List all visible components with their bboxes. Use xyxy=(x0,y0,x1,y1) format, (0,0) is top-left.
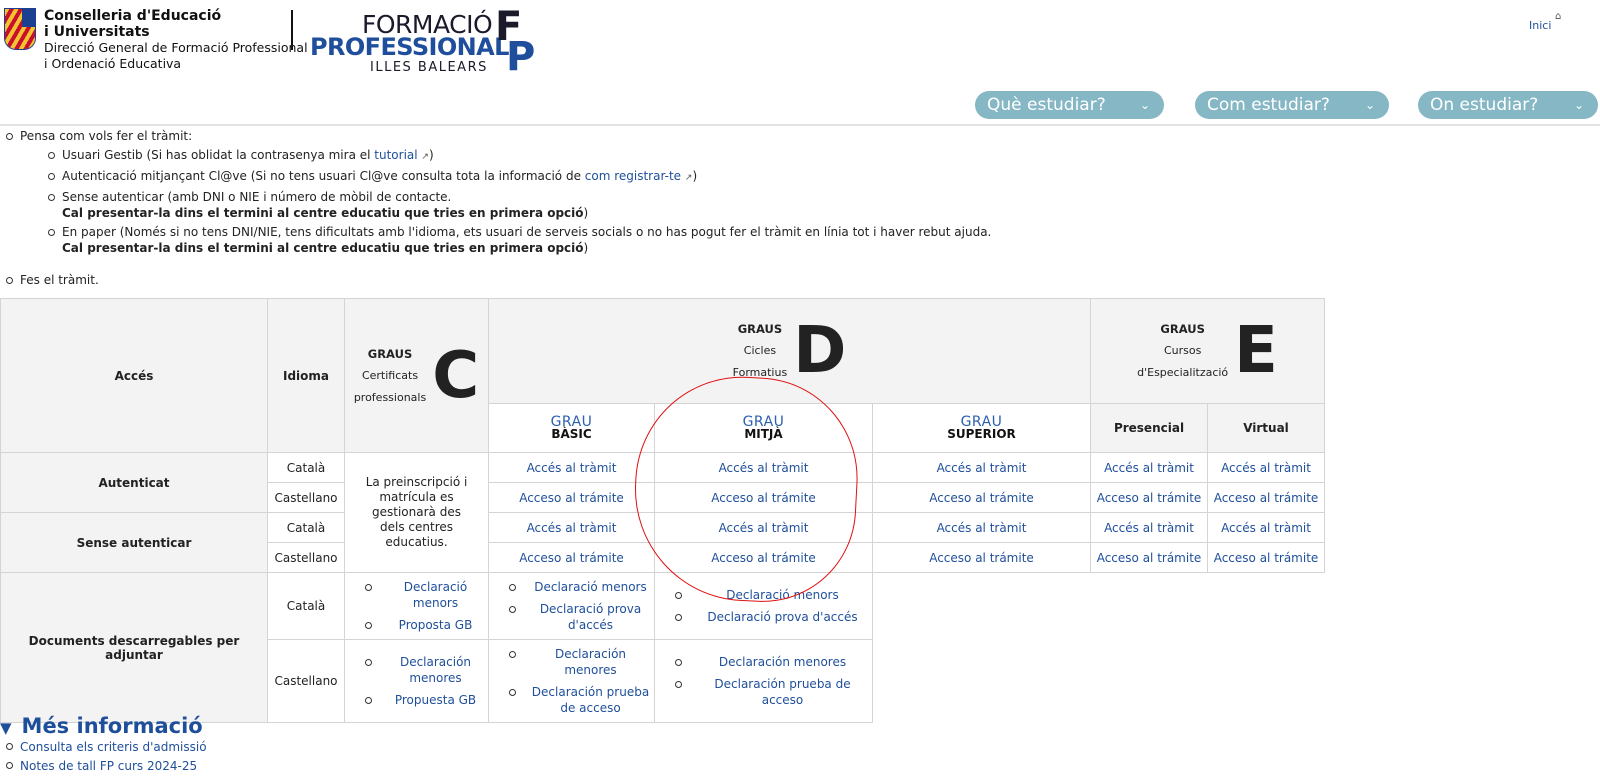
declaracio-prova-link[interactable]: Declaració prova d'accés xyxy=(707,610,857,624)
header-grau-mitja: GRAU MITJÀ xyxy=(654,403,873,453)
declaracion-menores-link[interactable]: Declaración menores xyxy=(400,655,471,685)
idioma-cell: Castellano xyxy=(267,542,345,573)
site-header: Conselleria d'Educació i Universitats Di… xyxy=(0,0,1600,126)
instructions: Pensa com vols fer el tràmit: Usuari Ges… xyxy=(0,128,1000,288)
acces-tramit-link[interactable]: Accés al tràmit xyxy=(719,521,809,535)
declaracio-menors-link[interactable]: Declaració menors xyxy=(534,580,647,594)
external-link-icon: ↗ xyxy=(421,152,429,162)
header-graus-d: GRAUS Cicles Formatius D xyxy=(488,298,1091,404)
org-name-line2: i Universitats xyxy=(44,24,150,40)
chevron-down-icon: ⌄ xyxy=(1573,98,1584,112)
acceso-tramite-link[interactable]: Acceso al trámite xyxy=(1214,551,1319,565)
acceso-tramite-link[interactable]: Acceso al trámite xyxy=(929,491,1034,505)
idioma-cell: Castellano xyxy=(267,639,345,723)
declaracio-menors-link[interactable]: Declaració menors xyxy=(404,580,467,610)
com-registrar-te-link[interactable]: com registrar-te xyxy=(585,169,681,183)
list-item: Autenticació mitjançant Cl@ve (Si no ten… xyxy=(42,168,1000,186)
inici-link[interactable]: Inici xyxy=(1529,19,1551,32)
fp-logo[interactable]: FORMACIÓ PROFESSIONAL ILLES BALEARS F P xyxy=(310,4,540,80)
header-graus-e: GRAUS Cursos d'Especialització E xyxy=(1090,298,1325,404)
list-item: En paper (Només si no tens DNI/NIE, tens… xyxy=(42,224,1000,256)
chevron-down-icon: ⌄ xyxy=(1139,98,1150,112)
header-virtual: Virtual xyxy=(1207,403,1325,453)
row-documents: Documents descarregables per adjuntar xyxy=(0,572,268,723)
triangle-down-icon: ▼ xyxy=(0,719,12,737)
org-dept-line1: Direcció General de Formació Professiona… xyxy=(44,40,308,55)
header-presencial: Presencial xyxy=(1090,403,1208,453)
list-item: Sense autenticar (amb DNI o NIE i número… xyxy=(42,189,1000,221)
notes-tall-link[interactable]: Notes de tall FP curs 2024-25 xyxy=(20,759,197,773)
acces-tramit-link[interactable]: Accés al tràmit xyxy=(1221,521,1311,535)
declaracio-prova-link[interactable]: Declaració prova d'accés xyxy=(540,602,641,632)
acceso-tramite-link[interactable]: Acceso al trámite xyxy=(1214,491,1319,505)
declaracion-menores-link[interactable]: Declaración menores xyxy=(555,647,626,677)
idioma-cell: Català xyxy=(267,572,345,640)
org-dept-line2: i Ordenació Educativa xyxy=(44,56,182,71)
nav-com-estudiar-button[interactable]: Com estudiar? ⌄ xyxy=(1195,91,1389,119)
declaracion-prueba-link[interactable]: Declaración prueba de acceso xyxy=(714,677,850,707)
conselleria-logo[interactable]: Conselleria d'Educació i Universitats Di… xyxy=(4,8,308,72)
mes-informacio-section: ▼ Més informació Consulta els criteris d'… xyxy=(0,714,207,776)
acces-tramit-link[interactable]: Accés al tràmit xyxy=(1104,461,1194,475)
header-graus-c: GRAUS Certificats professionals C xyxy=(344,298,489,453)
mes-informacio-toggle[interactable]: ▼ Més informació xyxy=(0,714,207,738)
header-idioma: Idioma xyxy=(267,298,345,453)
coat-of-arms-icon xyxy=(4,8,36,50)
acces-tramit-link[interactable]: Accés al tràmit xyxy=(1221,461,1311,475)
acceso-tramite-link[interactable]: Acceso al trámite xyxy=(929,551,1034,565)
list-item: Pensa com vols fer el tràmit: Usuari Ges… xyxy=(0,128,1000,256)
idioma-cell: Castellano xyxy=(267,482,345,513)
logo-divider xyxy=(291,10,293,50)
acces-tramit-link[interactable]: Accés al tràmit xyxy=(937,521,1027,535)
list-item: Fes el tràmit. xyxy=(0,272,1000,288)
acceso-tramite-link[interactable]: Acceso al trámite xyxy=(711,491,816,505)
list-item: Usuari Gestib (Si has oblidat la contras… xyxy=(42,147,1000,165)
acceso-tramite-link[interactable]: Acceso al trámite xyxy=(519,491,624,505)
nav-que-estudiar-button[interactable]: Què estudiar? ⌄ xyxy=(975,91,1164,119)
org-name-line1: Conselleria d'Educació xyxy=(44,8,222,24)
idioma-cell: Català xyxy=(267,512,345,543)
acceso-tramite-link[interactable]: Acceso al trámite xyxy=(711,551,816,565)
declaracion-prueba-link[interactable]: Declaración prueba de acceso xyxy=(532,685,649,715)
header-grau-basic: GRAU BÀSIC xyxy=(488,403,655,453)
row-sense-autenticar: Sense autenticar xyxy=(0,512,268,573)
home-icon[interactable]: ⌂ xyxy=(1555,11,1561,22)
acces-tramit-link[interactable]: Accés al tràmit xyxy=(937,461,1027,475)
row-autenticat: Autenticat xyxy=(0,452,268,513)
acces-tramit-link[interactable]: Accés al tràmit xyxy=(527,521,617,535)
acceso-tramite-link[interactable]: Acceso al trámite xyxy=(1097,551,1202,565)
preinscripcio-note: La preinscripció i matrícula es gestiona… xyxy=(344,452,489,573)
acceso-tramite-link[interactable]: Acceso al trámite xyxy=(519,551,624,565)
chevron-down-icon: ⌄ xyxy=(1364,98,1375,112)
acces-tramit-link[interactable]: Accés al tràmit xyxy=(527,461,617,475)
header-acces: Accés xyxy=(0,298,268,453)
declaracio-menors-link[interactable]: Declaració menors xyxy=(726,588,839,602)
proposta-gb-link[interactable]: Proposta GB xyxy=(399,618,473,632)
acces-tramit-link[interactable]: Accés al tràmit xyxy=(1104,521,1194,535)
propuesta-gb-link[interactable]: Propuesta GB xyxy=(395,693,476,707)
tramit-table: Accés Idioma GRAUS Certificats professiona… xyxy=(0,298,1325,723)
acceso-tramite-link[interactable]: Acceso al trámite xyxy=(1097,491,1202,505)
acces-tramit-link[interactable]: Accés al tràmit xyxy=(719,461,809,475)
tutorial-link[interactable]: tutorial xyxy=(374,148,417,162)
idioma-cell: Català xyxy=(267,452,345,483)
nav-on-estudiar-button[interactable]: On estudiar? ⌄ xyxy=(1418,91,1598,119)
criteris-admissio-link[interactable]: Consulta els criteris d'admissió xyxy=(20,740,207,754)
declaracion-menores-link[interactable]: Declaración menores xyxy=(719,655,846,669)
header-grau-superior: GRAU SUPERIOR xyxy=(872,403,1091,453)
